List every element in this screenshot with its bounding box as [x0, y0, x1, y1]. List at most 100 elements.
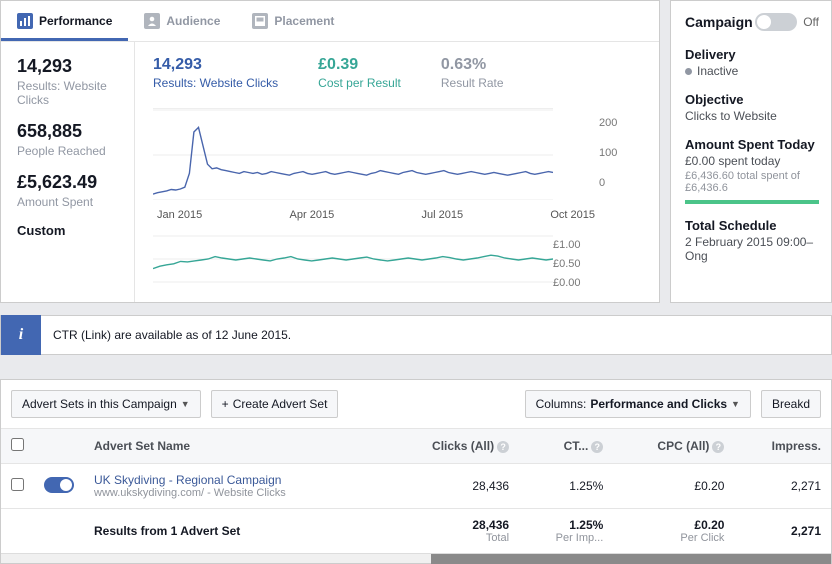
main-tabs: Performance Audience Placement [1, 1, 659, 42]
audience-icon [144, 13, 160, 29]
objective-value: Clicks to Website [685, 109, 819, 123]
metrics-detail: 14,293 Results: Website Clicks £0.39 Cos… [135, 42, 659, 302]
stat2-label: Cost per Result [318, 76, 401, 90]
tab-performance-label: Performance [39, 14, 112, 28]
help-icon[interactable]: ? [497, 441, 509, 453]
spent-value: £5,623.49 [17, 172, 124, 193]
columns-dropdown[interactable]: Columns: Performance and Clicks ▼ [525, 390, 751, 418]
select-all-checkbox[interactable] [11, 438, 24, 451]
info-bar: i CTR (Link) are available as of 12 June… [0, 315, 832, 355]
yaxis2-tick: £0.50 [553, 254, 599, 273]
results-label: Results: Website Clicks [17, 79, 124, 107]
campaign-toggle[interactable] [755, 13, 797, 31]
objective-key: Objective [685, 92, 819, 107]
tab-placement-label: Placement [274, 14, 334, 28]
plus-icon: + [222, 397, 229, 411]
table-row[interactable]: UK Skydiving - Regional Campaign www.uks… [1, 464, 831, 509]
table-totals-row: Results from 1 Advert Set 28,436Total 1.… [1, 509, 831, 554]
yaxis2-tick: £1.00 [553, 235, 599, 254]
cost-line-chart [153, 235, 553, 283]
spent-today-value: £0.00 spent today [685, 154, 819, 168]
breakdown-dropdown[interactable]: Breakd [761, 390, 821, 418]
horizontal-scrollbar[interactable] [1, 553, 831, 563]
create-advert-set-label: Create Advert Set [233, 397, 328, 411]
advert-set-sub: www.ukskydiving.com/ - Website Clicks [94, 487, 374, 499]
main-chart: Jan 2015 Apr 2015 Jul 2015 Oct 2015 £1.0… [153, 108, 645, 292]
advert-sets-dropdown-label: Advert Sets in this Campaign [22, 397, 177, 411]
advert-sets-table: Advert Set Name Clicks (All)? CT...? CPC… [1, 428, 831, 553]
table-header-row: Advert Set Name Clicks (All)? CT...? CPC… [1, 429, 831, 464]
stat1-value: 14,293 [153, 56, 278, 74]
info-text: CTR (Link) are available as of 12 June 2… [41, 328, 291, 342]
cell-ctr: 1.25% [519, 464, 613, 509]
custom-label[interactable]: Custom [17, 223, 124, 238]
bar-chart-icon [17, 13, 33, 29]
performance-panel: Performance Audience Placement 14,293 Re… [0, 0, 660, 303]
spent-total-value: £6,436.60 total spent of £6,436.6 [685, 170, 819, 194]
row-checkbox[interactable] [11, 478, 24, 491]
tab-audience[interactable]: Audience [128, 1, 236, 41]
totals-ctr-sub: Per Imp... [529, 532, 603, 544]
totals-impress: 2,271 [791, 524, 821, 538]
chevron-down-icon: ▼ [731, 399, 740, 409]
breakdown-label: Breakd [772, 397, 810, 411]
tab-placement[interactable]: Placement [236, 1, 350, 41]
col-name[interactable]: Advert Set Name [84, 429, 384, 464]
campaign-toggle-label: Off [803, 15, 819, 29]
col-ctr[interactable]: CT...? [519, 429, 613, 464]
reach-label: People Reached [17, 144, 124, 158]
col-clicks[interactable]: Clicks (All)? [384, 429, 519, 464]
metrics-area: 14,293 Results: Website Clicks 658,885 P… [1, 42, 659, 302]
chevron-down-icon: ▼ [181, 399, 190, 409]
totals-clicks-sub: Total [394, 532, 509, 544]
totals-clicks: 28,436 [472, 518, 509, 532]
advert-sets-dropdown[interactable]: Advert Sets in this Campaign ▼ [11, 390, 201, 418]
stat2-value: £0.39 [318, 56, 401, 74]
col-impress[interactable]: Impress. [734, 429, 831, 464]
cell-cpc: £0.20 [613, 464, 734, 509]
yaxis-tick: 200 [599, 108, 645, 138]
xaxis-tick: Jul 2015 [421, 209, 463, 221]
stat1-label: Results: Website Clicks [153, 76, 278, 90]
delivery-key: Delivery [685, 47, 819, 62]
xaxis-tick: Jan 2015 [157, 209, 202, 221]
budget-progress-bar [685, 200, 819, 204]
delivery-value: Inactive [697, 64, 738, 78]
advert-set-name[interactable]: UK Skydiving - Regional Campaign [94, 473, 374, 487]
results-value: 14,293 [17, 56, 124, 77]
help-icon[interactable]: ? [712, 441, 724, 453]
spent-label: Amount Spent [17, 195, 124, 209]
totals-label: Results from 1 Advert Set [94, 524, 240, 538]
campaign-side-panel: Campaign Off Delivery Inactive Objective… [670, 0, 832, 303]
tab-audience-label: Audience [166, 14, 220, 28]
spent-today-key: Amount Spent Today [685, 137, 819, 152]
side-title: Campaign [685, 14, 753, 30]
cell-clicks: 28,436 [384, 464, 519, 509]
metrics-summary: 14,293 Results: Website Clicks 658,885 P… [1, 42, 135, 302]
create-advert-set-button[interactable]: + Create Advert Set [211, 390, 339, 418]
help-icon[interactable]: ? [591, 441, 603, 453]
totals-cpc: £0.20 [694, 518, 724, 532]
xaxis-tick: Apr 2015 [290, 209, 335, 221]
advert-sets-panel: Advert Sets in this Campaign ▼ + Create … [0, 379, 832, 564]
cell-impress: 2,271 [734, 464, 831, 509]
xaxis-tick: Oct 2015 [550, 209, 595, 221]
yaxis-tick: 0 [599, 168, 645, 198]
row-toggle[interactable] [44, 477, 74, 493]
tab-performance[interactable]: Performance [1, 1, 128, 41]
totals-ctr: 1.25% [569, 518, 603, 532]
info-icon: i [1, 315, 41, 355]
yaxis2-tick: £0.00 [553, 273, 599, 292]
results-line-chart [153, 108, 553, 200]
schedule-value: 2 February 2015 09:00–Ong [685, 235, 819, 263]
columns-prefix: Columns: [536, 397, 587, 411]
columns-value: Performance and Clicks [590, 397, 727, 411]
placement-icon [252, 13, 268, 29]
col-cpc[interactable]: CPC (All)? [613, 429, 734, 464]
stat3-label: Result Rate [441, 76, 504, 90]
yaxis-tick: 100 [599, 138, 645, 168]
schedule-key: Total Schedule [685, 218, 819, 233]
status-dot-icon [685, 68, 692, 75]
reach-value: 658,885 [17, 121, 124, 142]
stat3-value: 0.63% [441, 56, 504, 74]
